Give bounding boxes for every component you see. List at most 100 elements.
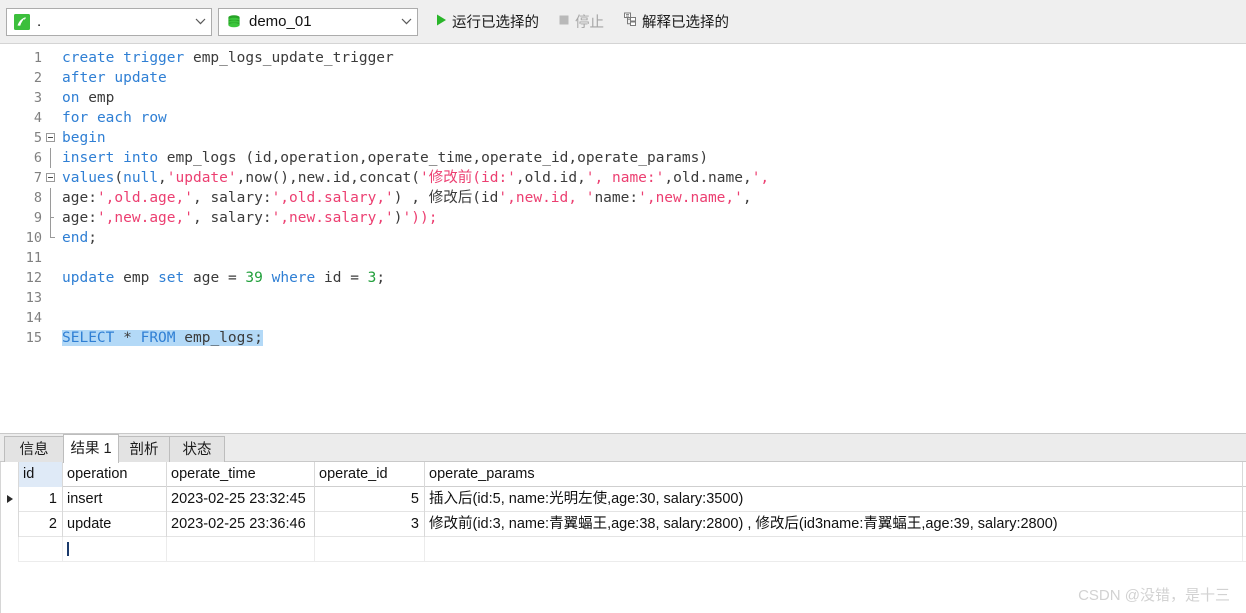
- code-line[interactable]: 13: [0, 288, 1246, 308]
- column-header[interactable]: id: [19, 462, 63, 487]
- table-row[interactable]: 2 update 2023-02-25 23:36:46 3 修改前(id:3, nam…: [1, 512, 1246, 537]
- play-icon: [434, 13, 448, 31]
- line-number: 12: [25, 270, 42, 286]
- row-indicator[interactable]: [1, 537, 19, 562]
- code-text: create trigger emp_logs_update_trigger: [62, 50, 394, 66]
- new-record-row[interactable]: [1, 537, 1246, 562]
- result-tab[interactable]: 结果 1: [63, 434, 119, 463]
- empty-cell[interactable]: [425, 537, 1243, 562]
- table-cell-operate_time[interactable]: 2023-02-25 23:36:46: [167, 512, 315, 537]
- connection-value: .: [37, 12, 42, 30]
- explain-selected-button[interactable]: 解释已选择的: [616, 8, 733, 36]
- result-panel: 信息 结果 1 剖析 状态 id operation operate_time operat…: [0, 433, 1246, 613]
- database-icon: [225, 13, 243, 31]
- code-line[interactable]: 12 update emp set age = 39 where id = 3;: [0, 268, 1246, 288]
- code-text: age:',old.age,', salary:',old.salary,') …: [62, 190, 752, 206]
- fold-guide-line: [50, 148, 51, 168]
- code-line[interactable]: 6 insert into emp_logs (id,operation,oper…: [0, 148, 1246, 168]
- database-select[interactable]: demo_01: [218, 7, 418, 36]
- code-text: begin: [62, 130, 106, 146]
- column-header[interactable]: operate_id: [315, 462, 425, 487]
- fold-guide-end: [50, 228, 55, 238]
- toolbar: . demo_01 运行已选择的 停止 解释已选择的: [0, 0, 1246, 44]
- stop-button[interactable]: 停止: [551, 8, 608, 36]
- stop-icon: [557, 13, 571, 31]
- navicat-connection-icon: [13, 13, 31, 31]
- result-tab[interactable]: 剖析: [118, 436, 170, 463]
- sql-editor[interactable]: 1 create trigger emp_logs_update_trigger 2…: [0, 44, 1246, 433]
- fold-guide-line: [50, 188, 51, 208]
- explain-selected-label: 解释已选择的: [642, 15, 729, 31]
- database-value: demo_01: [249, 12, 312, 30]
- table-cell-operation[interactable]: update: [63, 512, 167, 537]
- line-number: 15: [25, 330, 42, 346]
- code-line[interactable]: 14: [0, 308, 1246, 328]
- text-caret: [67, 542, 69, 556]
- chevron-down-icon[interactable]: [189, 18, 211, 25]
- table-cell-operate_params[interactable]: 插入后(id:5, name:光明左使,age:30, salary:3500): [425, 487, 1243, 512]
- column-header[interactable]: operate_params: [425, 462, 1243, 487]
- line-number: 14: [25, 310, 42, 326]
- code-text: SELECT * FROM emp_logs;: [62, 330, 263, 346]
- line-number: 5: [33, 130, 42, 146]
- table-cell-operation[interactable]: insert: [63, 487, 167, 512]
- table-cell-operate_id[interactable]: 5: [315, 487, 425, 512]
- code-text: for each row: [62, 110, 167, 126]
- connection-select[interactable]: .: [6, 7, 212, 36]
- fold-toggle-icon[interactable]: [46, 173, 55, 182]
- stop-label: 停止: [575, 15, 604, 31]
- table-cell-operate_time[interactable]: 2023-02-25 23:32:45: [167, 487, 315, 512]
- table-cell-operate_id[interactable]: 3: [315, 512, 425, 537]
- chevron-down-icon[interactable]: [395, 18, 417, 25]
- code-line[interactable]: 7 values(null,'update',now(),new.id,conca…: [0, 168, 1246, 188]
- table-cell-id[interactable]: 2: [19, 512, 63, 537]
- code-line[interactable]: 1 create trigger emp_logs_update_trigger: [0, 48, 1246, 68]
- line-number: 13: [25, 290, 42, 306]
- result-tab[interactable]: 状态: [169, 436, 225, 463]
- line-number: 3: [33, 90, 42, 106]
- code-text: age:',new.age,', salary:',new.salary,')'…: [62, 210, 438, 226]
- code-line[interactable]: 2 after update: [0, 68, 1246, 88]
- current-row-indicator[interactable]: [1, 487, 19, 512]
- fold-toggle-icon[interactable]: [46, 133, 55, 142]
- code-text: values(null,'update',now(),new.id,concat…: [62, 170, 770, 186]
- row-indicator[interactable]: [1, 512, 19, 537]
- run-selected-label: 运行已选择的: [452, 15, 539, 31]
- code-line[interactable]: 15 SELECT * FROM emp_logs;: [0, 328, 1246, 348]
- line-number: 1: [33, 50, 42, 66]
- run-selected-button[interactable]: 运行已选择的: [428, 8, 543, 36]
- result-tabstrip: 信息 结果 1 剖析 状态: [0, 433, 1246, 463]
- grid-corner-cell: [1, 462, 19, 487]
- code-line[interactable]: 10 end;: [0, 228, 1246, 248]
- empty-cell[interactable]: [315, 537, 425, 562]
- result-grid[interactable]: id operation operate_time operate_id operate…: [0, 462, 1246, 613]
- watermark: CSDN @没错，是十三: [1078, 587, 1230, 604]
- line-number: 11: [25, 250, 42, 266]
- table-cell-id[interactable]: 1: [19, 487, 63, 512]
- column-header[interactable]: operation: [63, 462, 167, 487]
- code-text: insert into emp_logs (id,operation,opera…: [62, 150, 709, 166]
- code-line[interactable]: 11: [0, 248, 1246, 268]
- line-number: 7: [33, 170, 42, 186]
- code-text: update emp set age = 39 where id = 3;: [62, 270, 386, 286]
- explain-plan-icon: [622, 12, 638, 31]
- line-number: 8: [33, 190, 42, 206]
- code-line[interactable]: 4 for each row: [0, 108, 1246, 128]
- table-row[interactable]: 1 insert 2023-02-25 23:32:45 5 插入后(id:5, nam…: [1, 487, 1246, 512]
- result-tab[interactable]: 信息: [4, 436, 64, 463]
- table-cell-operate_params[interactable]: 修改前(id:3, name:青翼蝠王,age:38, salary:2800)…: [425, 512, 1243, 537]
- empty-cell[interactable]: [63, 537, 167, 562]
- line-number: 9: [33, 210, 42, 226]
- grid-header-row: id operation operate_time operate_id operate…: [1, 462, 1246, 487]
- fold-guide-line: [50, 208, 51, 228]
- code-text: end;: [62, 230, 97, 246]
- line-number: 4: [33, 110, 42, 126]
- empty-cell[interactable]: [19, 537, 63, 562]
- empty-cell[interactable]: [167, 537, 315, 562]
- code-line[interactable]: 5 begin: [0, 128, 1246, 148]
- code-line[interactable]: 9 age:',new.age,', salary:',new.salary,')…: [0, 208, 1246, 228]
- line-number: 6: [33, 150, 42, 166]
- column-header[interactable]: operate_time: [167, 462, 315, 487]
- code-line[interactable]: 3 on emp: [0, 88, 1246, 108]
- code-line[interactable]: 8 age:',old.age,', salary:',old.salary,')…: [0, 188, 1246, 208]
